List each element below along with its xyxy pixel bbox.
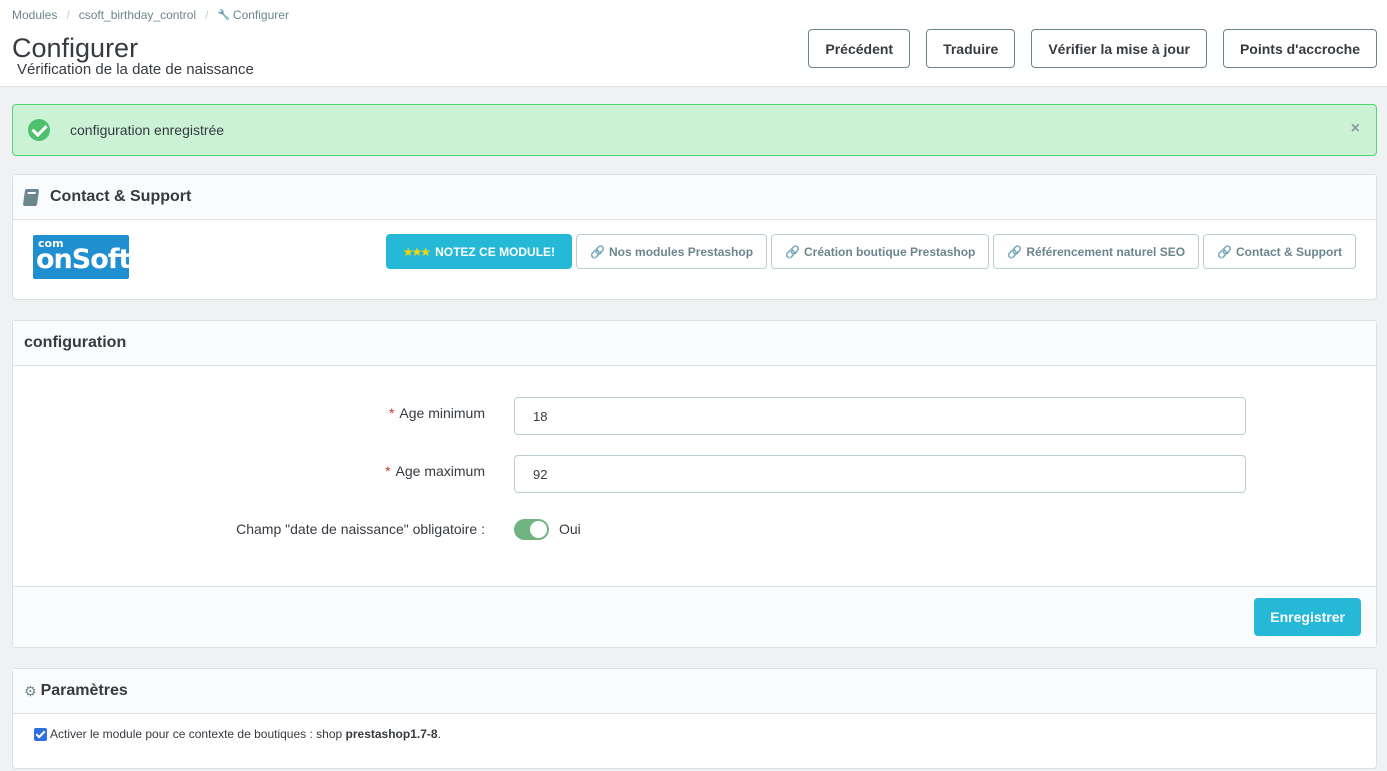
age-min-label: * Age minimum [389, 405, 485, 421]
link-icon: 🔗 [1217, 244, 1232, 259]
shop-name: prestashop1.7-8 [345, 727, 438, 741]
breadcrumb-module[interactable]: csoft_birthday_control [79, 8, 196, 22]
parameters-panel-title: Paramètres [40, 682, 128, 699]
wrench-icon: 🔧 [217, 9, 230, 21]
age-max-label: * Age maximum [385, 463, 485, 479]
star-icon: ★★★ [402, 244, 431, 259]
page-title: Configurer [12, 33, 139, 63]
birthdate-required-toggle[interactable] [514, 519, 549, 540]
hooks-button[interactable]: Points d'accroche [1222, 29, 1377, 68]
support-panel-header: Contact & Support [13, 175, 1376, 220]
age-min-input[interactable] [514, 397, 1246, 435]
link-label: Création boutique Prestashop [804, 244, 976, 259]
link-seo-button[interactable]: 🔗 Référencement naturel SEO [993, 234, 1200, 269]
link-icon: 🔗 [1007, 244, 1023, 259]
activate-module-suffix: . [437, 727, 441, 741]
breadcrumb-separator: / [205, 8, 209, 22]
breadcrumb-current: Configurer [232, 8, 289, 22]
required-mark: * [388, 405, 395, 421]
success-alert: configuration enregistrée × [12, 104, 1377, 156]
cogs-icon: ⚙ [24, 682, 37, 699]
save-button[interactable]: Enregistrer [1254, 598, 1361, 636]
page-header: Modules / csoft_birthday_control / 🔧 Con… [0, 0, 1387, 87]
required-mark: * [385, 463, 391, 479]
link-icon: 🔗 [785, 244, 801, 259]
link-modules-button[interactable]: 🔗 Nos modules Prestashop [576, 234, 768, 269]
link-shop-creation-button[interactable]: 🔗 Création boutique Prestashop [771, 234, 990, 269]
page-subtitle: Vérification de la date de naissance [17, 61, 254, 78]
support-links: ★★★ NOTEZ CE MODULE! 🔗 Nos modules Prest… [385, 234, 1356, 269]
support-panel-title: Contact & Support [50, 188, 192, 205]
activate-module-checkbox[interactable] [34, 728, 47, 741]
check-circle-icon [28, 119, 50, 141]
alert-message: configuration enregistrée [70, 122, 225, 138]
configuration-panel-title: configuration [24, 334, 127, 351]
rate-module-button[interactable]: ★★★ NOTEZ CE MODULE! [385, 234, 573, 269]
translate-button[interactable]: Traduire [926, 29, 1016, 68]
age-min-label-text: Age minimum [399, 405, 485, 421]
age-max-input[interactable] [514, 455, 1246, 493]
toolbar: Précédent Traduire Vérifier la mise à jo… [808, 29, 1377, 68]
configuration-panel-header: configuration [13, 321, 1376, 366]
check-update-button[interactable]: Vérifier la mise à jour [1031, 29, 1207, 68]
breadcrumb: Modules / csoft_birthday_control / 🔧 Con… [12, 8, 289, 22]
activate-module-text: Activer le module pour ce contexte de bo… [50, 727, 343, 741]
rate-module-label: NOTEZ CE MODULE! [435, 244, 556, 259]
link-label: Contact & Support [1236, 244, 1342, 259]
link-icon: 🔗 [590, 244, 606, 259]
configuration-panel-footer: Enregistrer [13, 586, 1376, 647]
logo-brand: onSoft [36, 244, 131, 275]
parameters-panel-header: ⚙ Paramètres [13, 669, 1376, 714]
toggle-state-label: Oui [559, 521, 581, 537]
back-button[interactable]: Précédent [808, 29, 911, 68]
breadcrumb-separator: / [66, 8, 70, 22]
support-panel: Contact & Support com onSoft ★★★ NOTEZ C… [12, 174, 1377, 300]
breadcrumb-modules[interactable]: Modules [12, 8, 57, 22]
book-icon [22, 188, 40, 206]
birthdate-required-label: Champ "date de naissance" obligatoire : [236, 521, 485, 537]
age-max-label-text: Age maximum [395, 463, 485, 479]
link-label: Nos modules Prestashop [609, 244, 754, 259]
link-contact-button[interactable]: 🔗 Contact & Support [1203, 234, 1356, 269]
link-label: Référencement naturel SEO [1026, 244, 1186, 259]
logo: com onSoft [33, 235, 131, 279]
configuration-panel: configuration *Age minimum *Age maximum … [12, 320, 1377, 648]
close-icon[interactable]: × [1351, 120, 1360, 138]
activate-module-label: Activer le module pour ce contexte de bo… [50, 727, 441, 741]
parameters-panel: ⚙ Paramètres Activer le module pour ce c… [12, 668, 1377, 769]
